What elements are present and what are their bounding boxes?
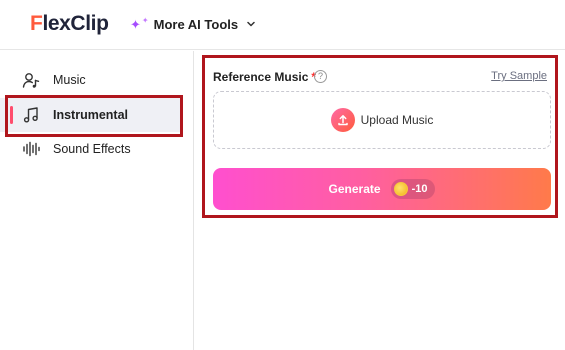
reference-music-text: Reference Music bbox=[213, 70, 309, 84]
upload-music-label: Upload Music bbox=[360, 113, 434, 127]
help-icon[interactable]: ? bbox=[314, 70, 327, 83]
sidebar-item-label: Music bbox=[53, 73, 86, 87]
sound-wave-icon bbox=[23, 141, 40, 157]
sparkle-small-icon: ✦ bbox=[141, 15, 149, 25]
reference-music-panel: Reference Music * ? Try Sample Upload Mus… bbox=[202, 55, 558, 218]
top-header: FlexClip ✦ ✦ More AI Tools bbox=[0, 0, 565, 50]
try-sample-link[interactable]: Try Sample bbox=[491, 70, 547, 82]
more-ai-tools-menu[interactable]: ✦ ✦ More AI Tools bbox=[130, 14, 256, 34]
chevron-down-icon bbox=[247, 21, 255, 27]
sidebar-item-sound-effects[interactable]: Sound Effects bbox=[0, 132, 180, 166]
upload-music-dropzone[interactable]: Upload Music bbox=[213, 91, 551, 149]
credit-cost-value: -10 bbox=[411, 183, 428, 195]
sparkle-icon: ✦ bbox=[130, 16, 141, 32]
sidebar-item-instrumental[interactable]: Instrumental bbox=[0, 98, 180, 132]
sidebar: Music Instrumental Sound Effects bbox=[0, 51, 194, 350]
flexclip-logo[interactable]: FlexClip bbox=[30, 12, 109, 36]
upload-icon bbox=[330, 108, 355, 132]
sidebar-item-label: Instrumental bbox=[53, 108, 129, 122]
logo-wordmark: lexClip bbox=[42, 12, 109, 35]
sidebar-item-music[interactable]: Music bbox=[0, 63, 180, 97]
more-ai-tools-label: More AI Tools bbox=[153, 16, 239, 32]
generate-button[interactable]: Generate -10 bbox=[213, 168, 551, 210]
music-note-icon bbox=[23, 107, 38, 123]
logo-letter-f: F bbox=[30, 12, 43, 35]
generate-label: Generate bbox=[328, 182, 381, 196]
music-person-icon bbox=[22, 73, 40, 88]
credit-cost-badge: -10 bbox=[390, 179, 436, 199]
coin-icon bbox=[393, 182, 408, 196]
sidebar-item-label: Sound Effects bbox=[53, 142, 131, 156]
reference-music-label: Reference Music * bbox=[213, 70, 316, 84]
active-indicator bbox=[10, 106, 13, 124]
